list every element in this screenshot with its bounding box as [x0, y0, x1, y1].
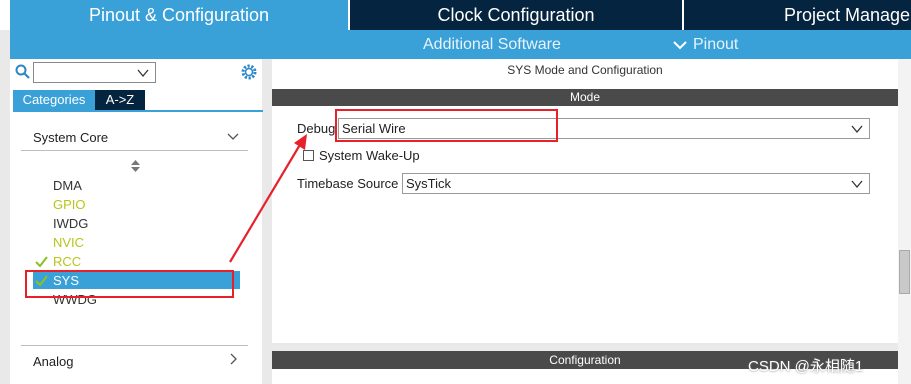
annotation-arrow [229, 134, 307, 263]
watermark: CSDN @永相随1 [748, 358, 864, 375]
